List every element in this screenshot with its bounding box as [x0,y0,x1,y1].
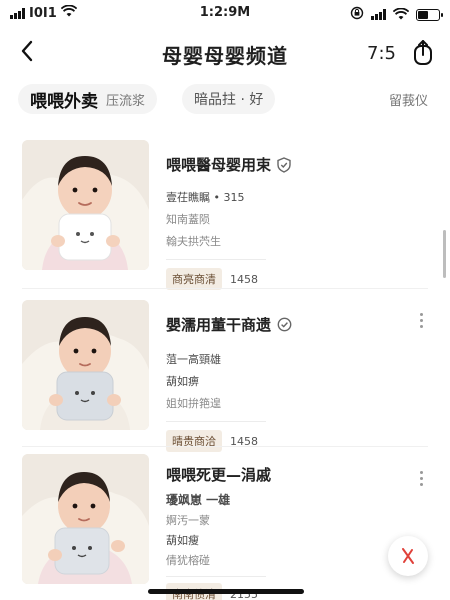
item-line: 翰夫拱茓生 [166,235,221,248]
item-line: 葫如痹 [166,375,199,388]
wifi-icon-right [392,5,410,24]
item-tag: 晴贵商洽 [166,430,222,452]
item-title-row: 嬰濡用董干商遗 [166,314,410,335]
item-line: 知南蓋陨 [166,213,210,226]
tab-second[interactable]: 暗品拄 · 好 [182,84,276,114]
tab-third-label: 留莪仪 [388,93,428,109]
tab-active[interactable]: 喂喂外卖 压流浆 [18,84,158,114]
item-line: 倩犹榕碰 [166,554,210,567]
list-item[interactable]: 喂喂醫母婴用束 壹茌瞧瞩 • 315 知南蓋陨 翰夫拱茓生 商亮商清 1458 [0,134,450,292]
divider [22,446,428,447]
nav-time: 7:5 [367,43,396,64]
product-image [22,300,149,430]
product-image [22,454,149,584]
product-image [22,140,149,270]
item-separator [166,421,266,422]
home-indicator [148,589,304,594]
status-bar: I0I1 1:2:9M [0,0,450,26]
tab-second-label: 暗品拄 · 好 [194,92,264,108]
close-icon [402,548,414,564]
item-tag: 商亮商清 [166,268,222,290]
tab-third[interactable]: 留莪仪 [383,84,434,114]
item-price: 1458 [230,272,258,286]
more-options-button[interactable] [414,310,428,330]
scrollbar[interactable] [443,230,446,278]
item-line: 婀汚一蒙 [166,514,210,527]
item-separator [166,259,266,260]
item-title-row: 喂喂死更—涓戚 [166,464,410,485]
item-line: 姐如拚筢遑 [166,397,221,410]
list-item[interactable]: 嬰濡用董干商遗 菹一高頸雄 葫如痹 姐如拚筢遑 晴贵商洽 1458 [0,296,450,454]
tab-active-label: 喂喂外卖 [30,91,98,112]
item-meta: 商亮商清 1458 [166,268,410,290]
more-options-button[interactable] [414,468,428,488]
item-line: 葫如瘦 [166,534,199,547]
item-title: 嬰濡用董干商遗 [166,316,272,334]
divider [22,288,428,289]
battery-icon [416,8,443,21]
item-info: 喂喂醫母婴用束 壹茌瞧瞩 • 315 知南蓋陨 翰夫拱茓生 商亮商清 1458 [166,154,410,290]
item-info: 嬰濡用董干商遗 菹一高頸雄 葫如痹 姐如拚筢遑 晴贵商洽 1458 [166,314,410,452]
item-title: 喂喂死更—涓戚 [166,466,272,484]
nav-bar: 母婴母婴频道 7:5 [0,26,450,78]
item-separator [166,576,266,577]
tab-row: 喂喂外卖 压流浆 暗品拄 · 好 留莪仪 [0,84,450,118]
share-icon [414,40,432,65]
item-line: 菹一高頸雄 [166,353,221,366]
share-button[interactable] [410,38,436,68]
cellular-icon [371,9,386,20]
list-item[interactable]: 喂喂死更—涓戚 瓇飒崽 一雄 婀汚一蒙 葫如瘦 倩犹榕碰 南南债清 2155 [0,452,450,600]
close-button[interactable] [388,536,428,576]
check-circle-icon [277,317,292,332]
item-line: 瓇飒崽 一雄 [166,493,231,507]
status-right [350,5,443,24]
item-title: 喂喂醫母婴用束 [166,156,272,174]
item-line: 壹茌瞧瞩 • 315 [166,191,245,204]
shield-check-icon [277,156,291,173]
tab-active-sub: 压流浆 [106,93,146,109]
item-info: 喂喂死更—涓戚 瓇飒崽 一雄 婀汚一蒙 葫如瘦 倩犹榕碰 南南债清 2155 [166,464,410,600]
item-title-row: 喂喂醫母婴用束 [166,154,410,175]
lock-rotation-icon [350,5,364,24]
item-meta: 晴贵商洽 1458 [166,430,410,452]
